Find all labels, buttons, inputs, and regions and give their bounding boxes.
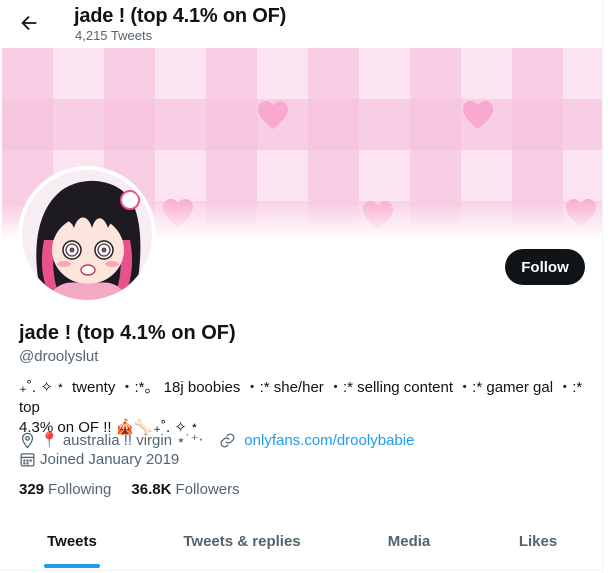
tab-tweets-and-replies[interactable]: Tweets & replies	[167, 518, 317, 568]
profile-handle: @droolyslut	[19, 348, 99, 365]
profile-name: jade ! (top 4.1% on OF)	[19, 322, 236, 344]
profile-page: jade ! (top 4.1% on OF) 4,215 Tweets Fol…	[0, 0, 603, 573]
arrow-left-icon	[21, 15, 37, 31]
profile-header: jade ! (top 4.1% on OF) 4,215 Tweets	[0, 0, 602, 48]
location-text: 📍 australia !! virgin ⋆˙⁺‧	[40, 432, 204, 449]
tab-tweets[interactable]: Tweets	[22, 518, 122, 568]
profile-bio: ₊˚. ✧﹡ twenty ・:*。 18j boobies ・:* she/h…	[19, 378, 589, 438]
followers-label: Followers	[175, 481, 240, 498]
joined-text: Joined January 2019	[40, 451, 180, 468]
back-button[interactable]	[18, 12, 40, 34]
following-count: 329	[19, 481, 45, 498]
profile-link[interactable]: onlyfans.com/droolybabie	[244, 432, 414, 449]
header-title: jade ! (top 4.1% on OF)	[74, 5, 287, 27]
heart-icon	[258, 101, 288, 129]
profile-stats: 329 Following 36.8K Followers	[19, 481, 260, 498]
location-pin-icon	[21, 432, 34, 449]
profile-meta-joined: Joined January 2019	[19, 451, 179, 468]
followers-link[interactable]: 36.8K Followers	[131, 481, 239, 498]
avatar[interactable]	[18, 166, 156, 304]
tweet-count: 4,215 Tweets	[75, 28, 153, 43]
active-tab-indicator	[44, 564, 100, 568]
link-icon	[220, 433, 235, 447]
bio-line: ₊˚. ✧﹡ twenty ・:*。 18j boobies ・:* she/h…	[19, 379, 583, 416]
profile-tabs: Tweets Tweets & replies Media Likes	[0, 518, 602, 571]
following-link[interactable]: 329 Following	[19, 481, 111, 498]
follow-button[interactable]: Follow	[505, 249, 585, 285]
following-label: Following	[48, 481, 112, 498]
followers-count: 36.8K	[131, 481, 172, 498]
heart-icon	[463, 101, 493, 129]
avatar-illustration	[22, 170, 152, 300]
tab-media[interactable]: Media	[369, 518, 449, 568]
profile-meta-location-link: 📍 australia !! virgin ⋆˙⁺‧ onlyfans.com/…	[19, 431, 414, 449]
calendar-icon	[20, 453, 35, 467]
tab-likes[interactable]: Likes	[503, 518, 573, 568]
